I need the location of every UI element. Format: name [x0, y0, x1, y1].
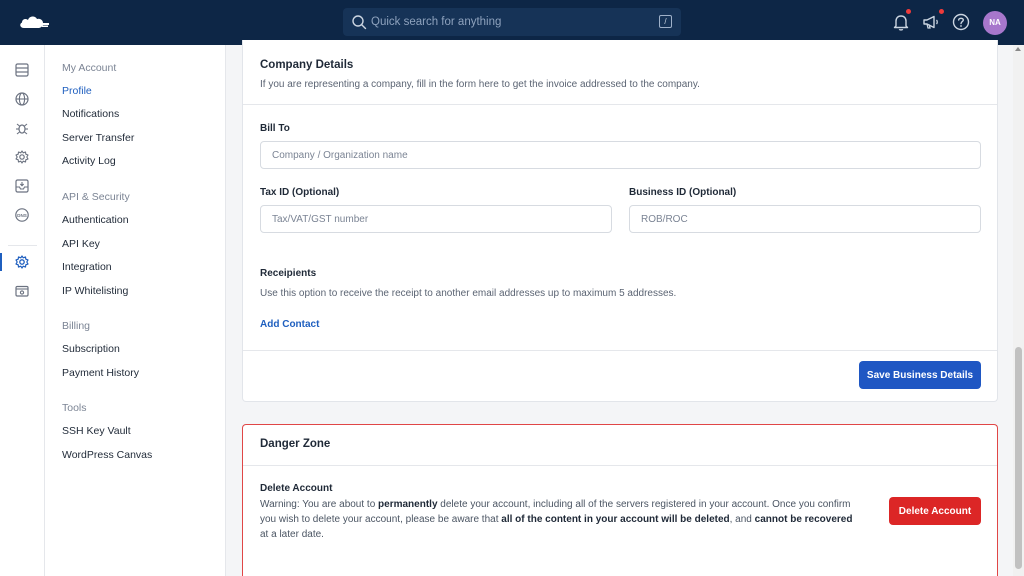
danger-zone-card: Danger Zone Delete Account Warning: You … — [242, 424, 998, 576]
tax-id-input[interactable] — [260, 205, 612, 233]
scrollbar-thumb[interactable] — [1015, 347, 1022, 569]
user-avatar[interactable]: NA — [983, 11, 1007, 35]
megaphone-icon[interactable] — [921, 12, 941, 32]
delete-account-heading: Delete Account — [260, 483, 333, 494]
nav-item-integration[interactable]: Integration — [62, 261, 112, 273]
tax-id-label: Tax ID (Optional) — [260, 187, 340, 198]
rail-divider — [8, 245, 37, 246]
section-divider — [243, 104, 997, 105]
quick-search[interactable]: / — [343, 8, 681, 36]
bug-icon[interactable] — [14, 120, 30, 136]
scroll-up-arrow-icon[interactable] — [1015, 47, 1021, 51]
bell-notification-dot — [906, 9, 911, 14]
nav-item-server-transfer[interactable]: Server Transfer — [62, 132, 134, 144]
icon-rail: DNS — [0, 45, 45, 576]
bill-to-input[interactable] — [260, 141, 981, 169]
cloud-logo-icon[interactable] — [18, 12, 50, 32]
top-bar: / NA — [0, 0, 1024, 45]
help-icon[interactable] — [951, 12, 971, 32]
svg-text:DNS: DNS — [17, 213, 27, 218]
save-business-details-button[interactable]: Save Business Details — [859, 361, 981, 389]
nav-group-billing: Billing — [62, 320, 91, 332]
nav-item-authentication[interactable]: Authentication — [62, 214, 129, 226]
settings-nav: My Account Profile Notifications Server … — [45, 45, 226, 576]
add-contact-link[interactable]: Add Contact — [260, 319, 319, 330]
billing-icon[interactable] — [14, 283, 30, 299]
search-icon — [352, 15, 367, 30]
dns-icon[interactable]: DNS — [14, 207, 30, 223]
recipients-help-text: Use this option to receive the receipt t… — [260, 288, 677, 299]
nav-item-ip-whitelisting[interactable]: IP Whitelisting — [62, 285, 128, 297]
bell-icon[interactable] — [891, 12, 911, 32]
company-details-title: Company Details — [260, 59, 354, 71]
servers-icon[interactable] — [14, 62, 30, 78]
nav-item-activity-log[interactable]: Activity Log — [62, 155, 116, 167]
danger-zone-divider — [243, 465, 997, 466]
delete-account-button[interactable]: Delete Account — [889, 497, 981, 525]
nav-group-api-security: API & Security — [62, 191, 130, 203]
danger-zone-title: Danger Zone — [260, 438, 331, 450]
nav-group-tools: Tools — [62, 402, 87, 414]
business-id-input[interactable] — [629, 205, 981, 233]
search-shortcut-key: / — [659, 15, 672, 28]
delete-account-warning: Warning: You are about to permanently de… — [260, 499, 853, 540]
recipients-label: Receipients — [260, 268, 317, 279]
nav-item-wordpress-canvas[interactable]: WordPress Canvas — [62, 449, 152, 461]
nav-item-payment-history[interactable]: Payment History — [62, 367, 139, 379]
footer-divider — [243, 350, 997, 351]
company-details-card: Company Details If you are representing … — [242, 40, 998, 402]
bill-to-label: Bill To — [260, 123, 290, 134]
business-id-label: Business ID (Optional) — [629, 187, 737, 198]
rail-active-indicator — [0, 253, 2, 271]
globe-icon[interactable] — [14, 91, 30, 107]
nav-item-notifications[interactable]: Notifications — [62, 108, 119, 120]
company-details-subtitle: If you are representing a company, fill … — [260, 79, 700, 90]
search-input[interactable] — [371, 8, 651, 36]
gear-badge-icon[interactable] — [14, 149, 30, 165]
page-scrollbar[interactable] — [1013, 45, 1024, 576]
nav-item-api-key[interactable]: API Key — [62, 238, 100, 250]
nav-item-ssh-key-vault[interactable]: SSH Key Vault — [62, 425, 131, 437]
nav-item-subscription[interactable]: Subscription — [62, 343, 120, 355]
announcement-notification-dot — [939, 9, 944, 14]
nav-group-my-account: My Account — [62, 62, 117, 74]
settings-gear-icon[interactable] — [14, 254, 30, 270]
nav-item-profile[interactable]: Profile — [62, 85, 92, 97]
inbox-icon[interactable] — [14, 178, 30, 194]
